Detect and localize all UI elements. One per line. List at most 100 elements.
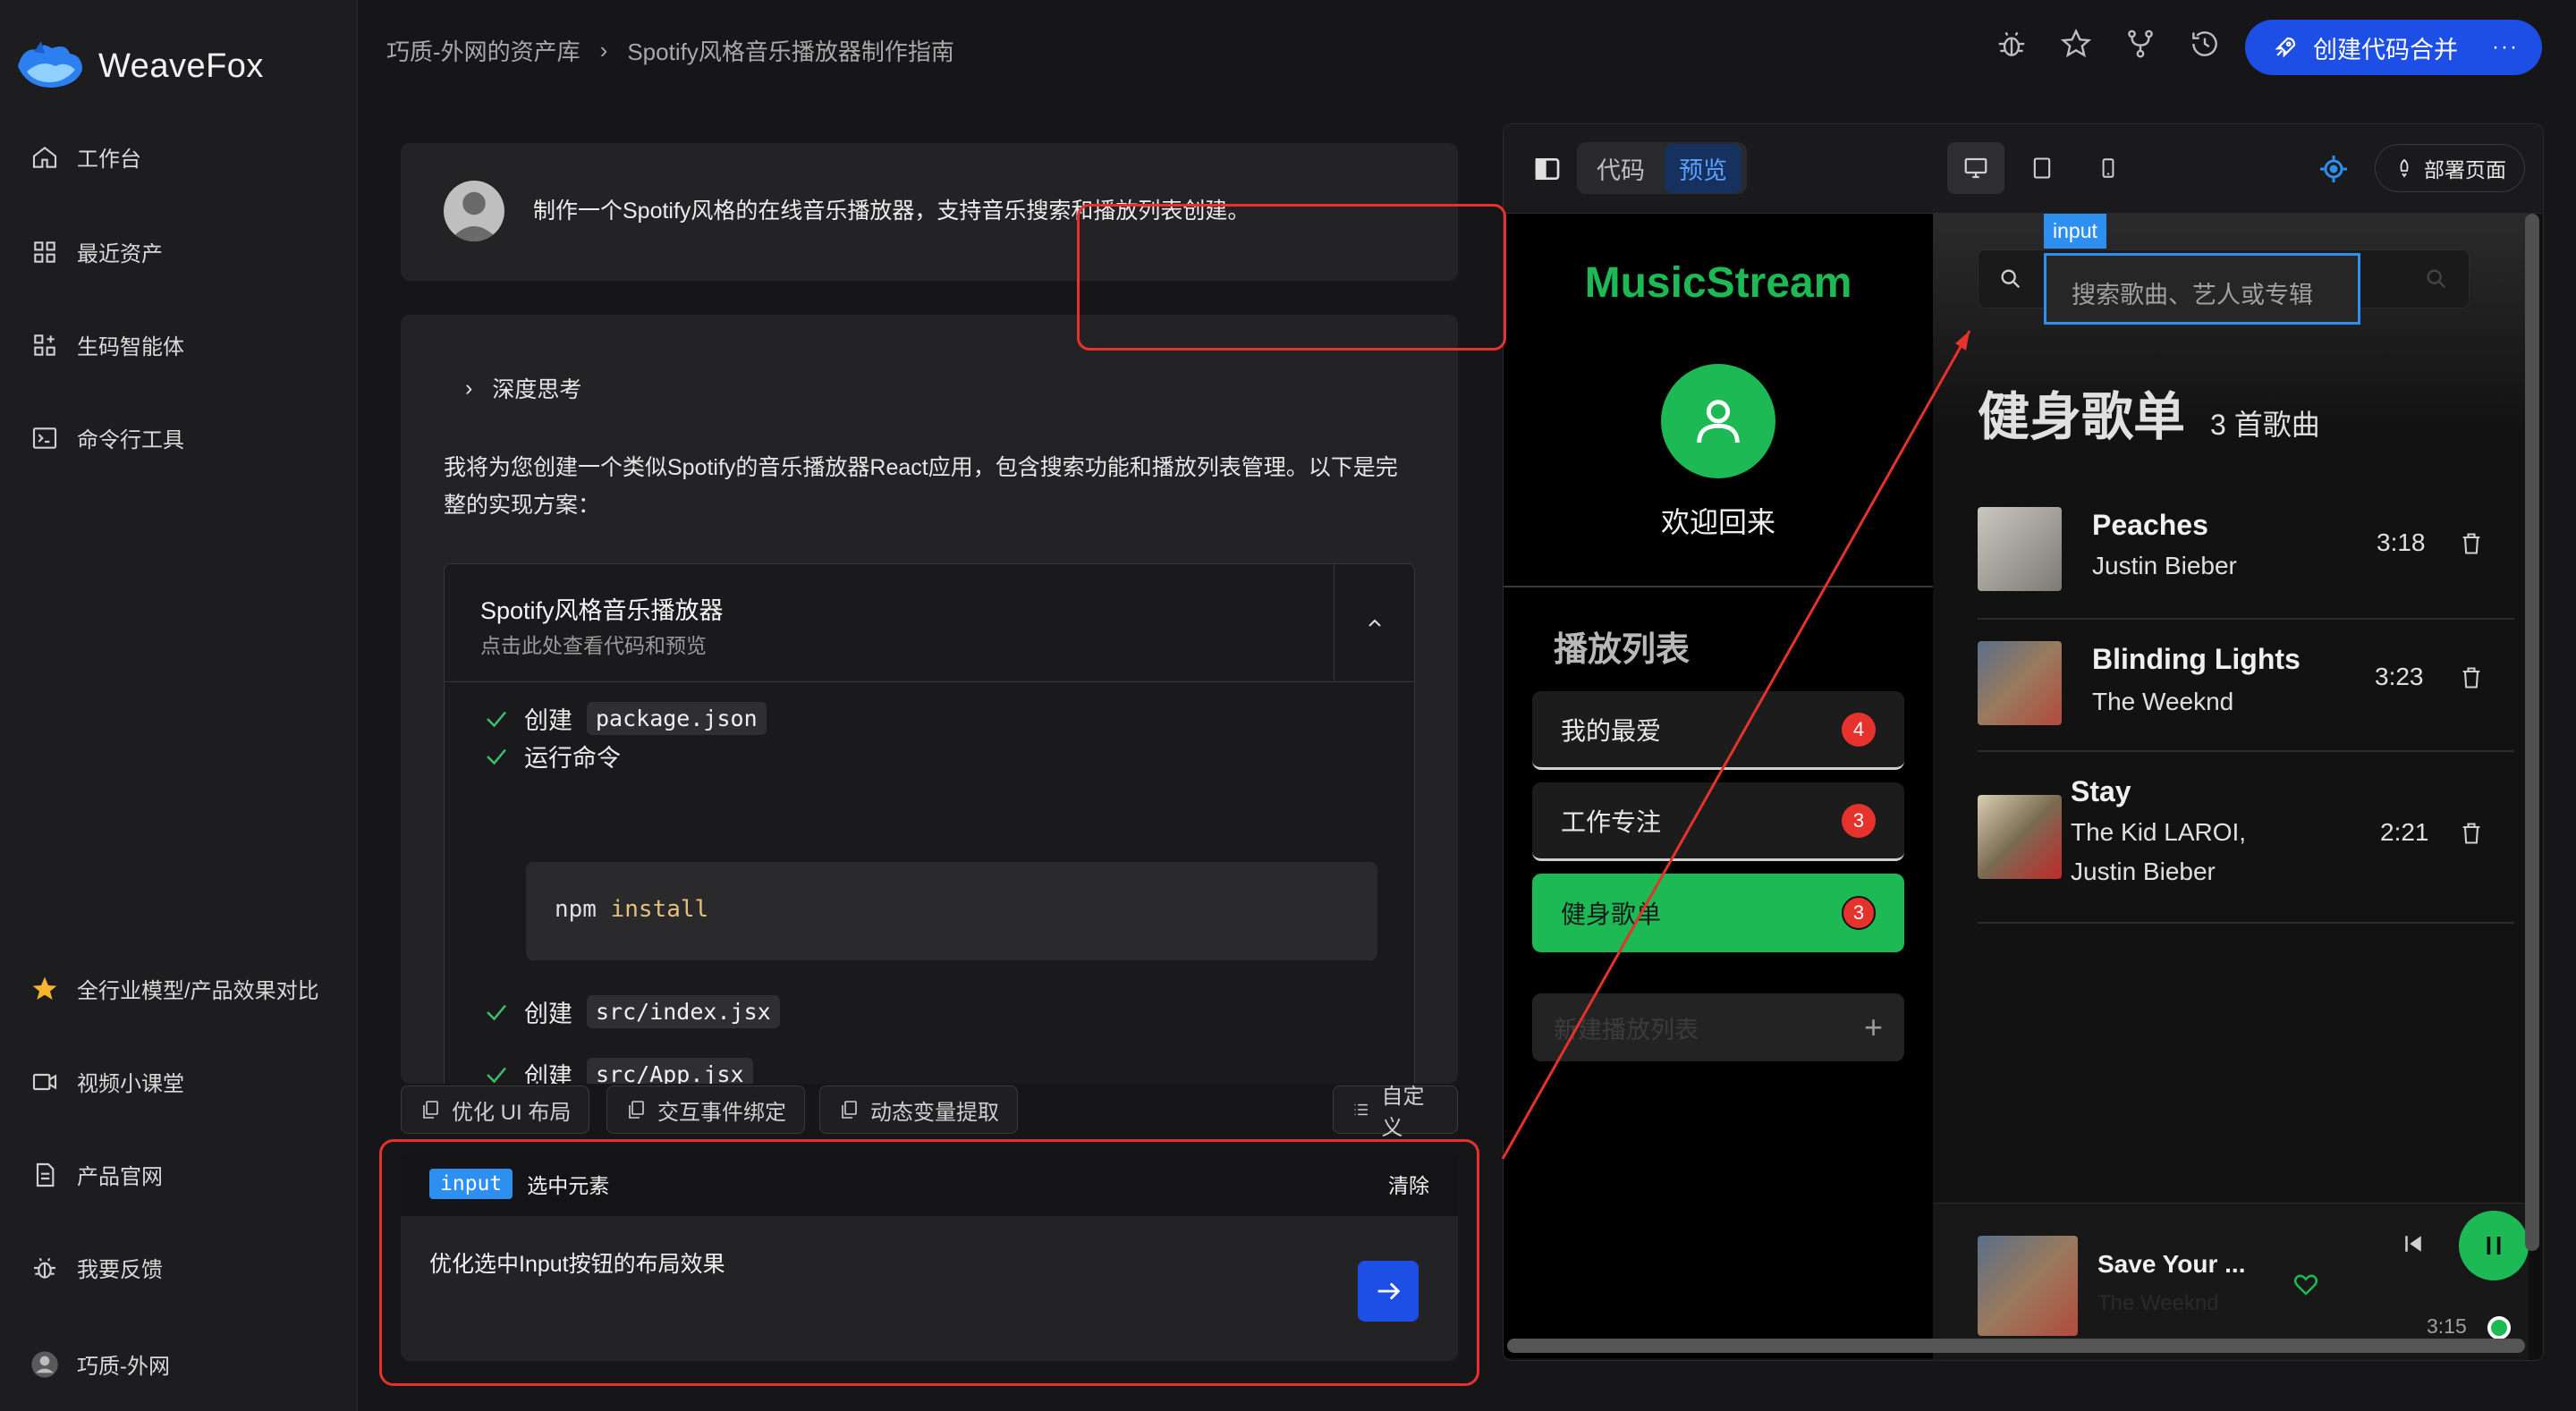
chevron-right-icon: › xyxy=(599,37,608,63)
now-playing-bar: Save Your ... The Weeknd 3:15 xyxy=(1933,1203,2529,1360)
welcome-text: 欢迎回来 xyxy=(1660,506,1775,538)
playlist-name: 我的最爱 xyxy=(1561,716,1662,745)
new-playlist-input[interactable]: 新建播放列表 + xyxy=(1532,993,1904,1061)
locate-icon[interactable] xyxy=(2318,153,2350,185)
home-icon xyxy=(32,146,57,168)
sidebar-item-label: 产品官网 xyxy=(77,1165,163,1189)
delete-icon[interactable] xyxy=(2459,820,2484,847)
more-button[interactable]: ··· xyxy=(2492,35,2519,60)
copy-icon xyxy=(842,1101,857,1119)
vertical-scrollbar[interactable] xyxy=(2525,214,2539,1251)
code-artifact-header[interactable]: Spotify风格音乐播放器 点击此处查看代码和预览 xyxy=(445,564,1414,682)
logo[interactable]: WeaveFox xyxy=(14,39,264,93)
song-title: Peaches xyxy=(2092,509,2208,541)
app-root: WeaveFox 工作台 最近资产 生码智能体 命令行工具 全行业模型/产品效果… xyxy=(0,0,2576,1411)
chat-input-box[interactable]: input 选中元素 清除 优化选中Input按钮的布局效果 xyxy=(401,1152,1458,1361)
breadcrumb-item[interactable]: 巧质-外网的资产库 xyxy=(386,34,580,67)
search-button-icon[interactable] xyxy=(2424,266,2449,291)
playlist-item-active[interactable]: 健身歌单 3 xyxy=(1532,874,1904,952)
song-artist: The Kid LAROI, xyxy=(2071,818,2247,846)
selected-element-label: 选中元素 xyxy=(527,1174,610,1197)
event-binding-button[interactable]: 交互事件绑定 xyxy=(606,1086,805,1134)
history-icon[interactable] xyxy=(2188,27,2222,61)
sidebar-item-compare[interactable]: 全行业模型/产品效果对比 xyxy=(30,973,319,1004)
delete-icon[interactable] xyxy=(2459,664,2484,691)
customize-button[interactable]: 自定义 xyxy=(1333,1085,1458,1140)
step-label: 创建 xyxy=(524,1001,572,1027)
playlist-item[interactable]: 我的最爱 4 xyxy=(1532,691,1904,770)
now-playing-artist: The Weeknd xyxy=(2097,1291,2219,1315)
playlist-item[interactable]: 工作专注 3 xyxy=(1532,782,1904,861)
send-button[interactable] xyxy=(1358,1261,1419,1322)
music-app-main: 搜索歌曲、艺人或专辑 input 健身歌单 3 首歌曲 Peaches Just… xyxy=(1933,214,2529,1349)
assistant-response-card: › 深度思考 我将为您创建一个类似Spotify的音乐播放器React应用，包含… xyxy=(401,315,1458,1084)
plus-icon[interactable]: + xyxy=(1864,1009,1883,1046)
sidebar-item-video[interactable]: 视频小课堂 xyxy=(30,1066,184,1097)
arrow-right-icon xyxy=(1377,1282,1401,1300)
song-artist: Justin Bieber xyxy=(2071,858,2216,885)
sidebar-item-code-agent[interactable]: 生码智能体 xyxy=(30,329,184,360)
divider xyxy=(1504,586,1933,587)
mobile-view-button[interactable] xyxy=(2080,142,2137,194)
view-tabs: 代码 预览 xyxy=(1577,142,1747,194)
variable-extract-button[interactable]: 动态变量提取 xyxy=(819,1086,1018,1134)
check-icon xyxy=(487,1067,506,1083)
song-duration: 2:21 xyxy=(2380,818,2429,846)
song-row[interactable]: Peaches Justin Bieber 3:18 xyxy=(1978,487,2514,620)
create-merge-button[interactable]: 创建代码合并 ··· xyxy=(2245,20,2542,75)
pause-icon xyxy=(2487,1237,2501,1255)
music-app-sidebar: MusicStream 欢迎回来 播放列表 我的最爱 4 工作专注 3 健身歌单… xyxy=(1504,214,1933,1358)
pause-button[interactable] xyxy=(2459,1211,2529,1280)
playlist-count-badge: 4 xyxy=(1842,712,1876,747)
heart-icon[interactable] xyxy=(2292,1272,2319,1298)
sidebar-item-website[interactable]: 产品官网 xyxy=(30,1159,163,1190)
song-row[interactable]: Stay The Kid LAROI, Justin Bieber 2:21 xyxy=(1978,752,2514,924)
device-switcher xyxy=(1947,142,2137,194)
user-profile[interactable]: 巧质-外网 xyxy=(30,1348,170,1380)
deep-thinking-toggle[interactable]: › 深度思考 xyxy=(465,372,581,404)
bug-icon[interactable] xyxy=(1995,27,2029,61)
song-count: 3 首歌曲 xyxy=(2210,409,2320,441)
star-icon[interactable] xyxy=(2059,27,2093,61)
sidebar-item-feedback[interactable]: 我要反馈 xyxy=(30,1252,163,1283)
song-title: Blinding Lights xyxy=(2092,643,2301,675)
quick-action-label: 优化 UI 布局 xyxy=(452,1100,572,1125)
desktop-view-button[interactable] xyxy=(1947,142,2004,194)
logo-text: WeaveFox xyxy=(98,46,264,85)
chat-input-text[interactable]: 优化选中Input按钮的布局效果 xyxy=(429,1246,725,1279)
sidebar-item-workbench[interactable]: 工作台 xyxy=(30,141,141,173)
song-artist: The Weeknd xyxy=(2092,688,2234,715)
tab-code[interactable]: 代码 xyxy=(1582,144,1659,193)
horizontal-scrollbar[interactable] xyxy=(1507,1339,2525,1353)
breadcrumb: 巧质-外网的资产库 › Spotify风格音乐播放器制作指南 xyxy=(386,34,954,67)
bug-icon xyxy=(34,1257,55,1279)
sidebar-toggle-icon[interactable] xyxy=(1532,155,1563,183)
clear-button[interactable]: 清除 xyxy=(1388,1169,1429,1199)
tablet-view-button[interactable] xyxy=(2013,142,2071,194)
grid-icon xyxy=(34,241,55,263)
sidebar-item-cli-tool[interactable]: 命令行工具 xyxy=(30,422,184,453)
check-icon xyxy=(487,748,506,765)
sidebar-item-label: 工作台 xyxy=(77,148,141,172)
album-art xyxy=(1978,795,2062,879)
playlist-name: 工作专注 xyxy=(1561,807,1662,836)
avatar xyxy=(444,181,504,241)
sidebar-item-recent-assets[interactable]: 最近资产 xyxy=(30,236,163,267)
playlist-count-badge: 3 xyxy=(1842,896,1876,930)
previous-icon[interactable] xyxy=(2400,1230,2427,1257)
file-chip: package.json xyxy=(587,702,767,735)
branch-icon[interactable] xyxy=(2123,27,2157,61)
delete-icon[interactable] xyxy=(2459,530,2484,557)
tab-preview[interactable]: 预览 xyxy=(1665,143,1741,193)
optimize-ui-button[interactable]: 优化 UI 布局 xyxy=(401,1086,590,1134)
song-row[interactable]: Blinding Lights The Weeknd 3:23 xyxy=(1978,620,2514,752)
document-icon xyxy=(36,1162,55,1187)
mobile-icon xyxy=(2102,158,2114,178)
search-input[interactable]: 搜索歌曲、艺人或专辑 xyxy=(2044,253,2360,325)
deploy-button[interactable]: 部署页面 xyxy=(2375,144,2525,192)
command-block: npm install xyxy=(526,862,1377,960)
collapse-button[interactable] xyxy=(1334,564,1414,682)
song-duration: 3:23 xyxy=(2375,663,2424,690)
avatar xyxy=(31,1350,58,1378)
progress-handle[interactable] xyxy=(2487,1316,2511,1339)
